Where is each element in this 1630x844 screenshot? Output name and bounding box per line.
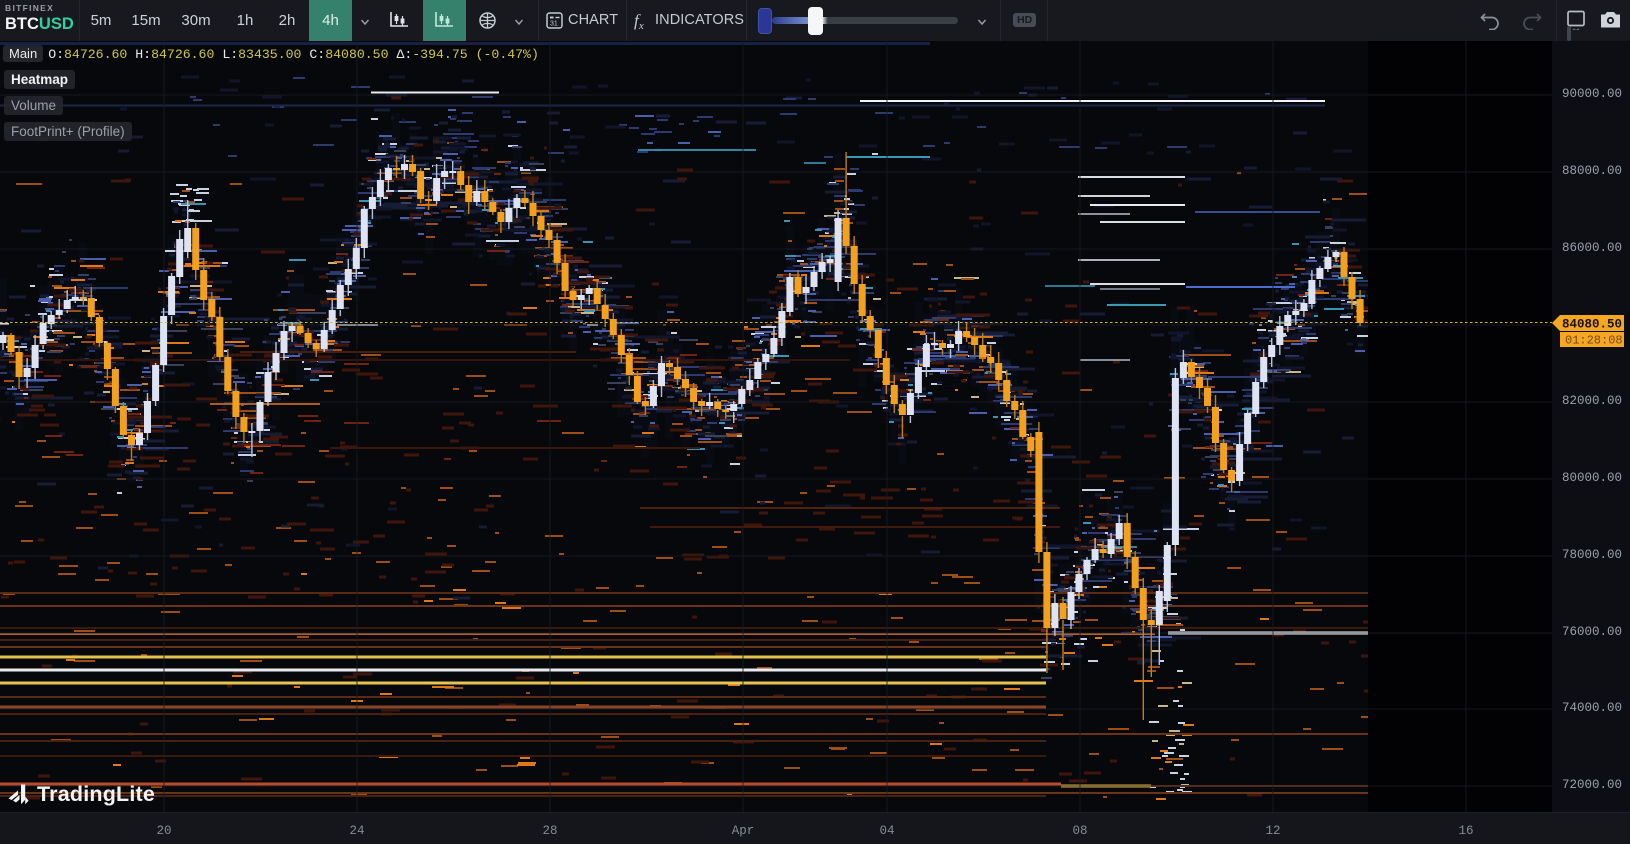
svg-text:31: 31 xyxy=(550,21,558,28)
svg-text:84080.50: 84080.50 xyxy=(1562,318,1622,332)
svg-text:01:28:08: 01:28:08 xyxy=(1565,334,1623,348)
